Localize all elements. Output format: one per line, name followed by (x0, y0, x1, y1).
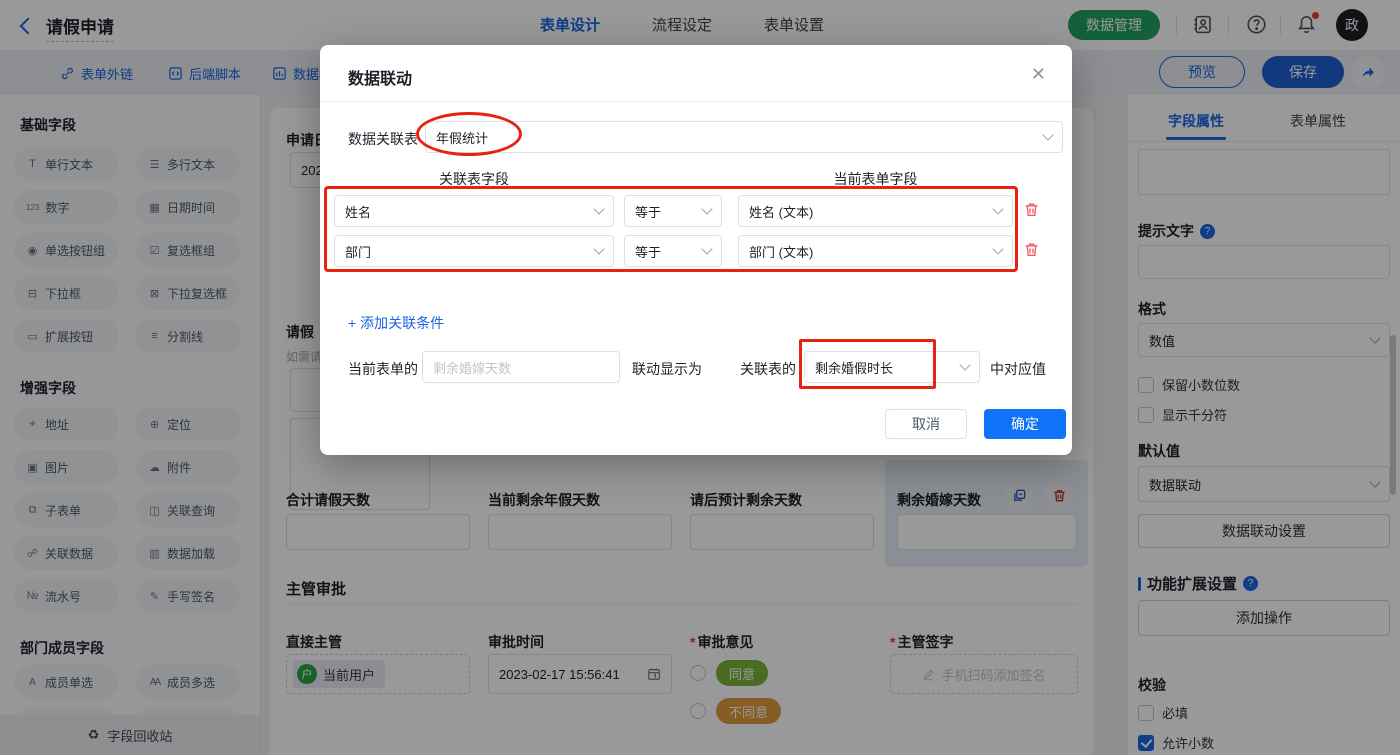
chevron-down-icon (701, 243, 713, 255)
condition-row-right-select[interactable]: 姓名 (文本) (738, 195, 1013, 227)
left-field-value: 部门 (345, 244, 372, 260)
suffix-label: 中对应值 (990, 361, 1046, 377)
condition-row-left-select[interactable]: 姓名 (334, 195, 614, 227)
left-field-value: 姓名 (345, 204, 372, 220)
chevron-down-icon (593, 243, 605, 255)
cancel-button[interactable]: 取消 (885, 409, 967, 439)
link-table-label: 数据关联表 (348, 131, 418, 147)
link-table-select[interactable]: 年假统计 (425, 121, 1063, 153)
app: 请假申请 表单设计 流程设定 表单设置 数据管理 政 表单外链 后端脚本 数据权… (0, 0, 1400, 755)
right-field-value: 部门 (文本) (749, 244, 814, 260)
operator-value: 等于 (635, 204, 662, 220)
data-linkage-modal: 数据联动 ✕ 数据关联表 年假统计 关联表字段 当前表单字段 姓名 等于 姓名 … (320, 45, 1072, 455)
linked-field-value: 剩余婚假时长 (815, 360, 894, 376)
current-field-placeholder: 剩余婚嫁天数 (433, 360, 512, 376)
chevron-down-icon (1042, 129, 1054, 141)
operator-value: 等于 (635, 244, 662, 260)
add-condition-link[interactable]: + 添加关联条件 (348, 313, 444, 333)
modal-header-divider (320, 101, 1072, 102)
right-field-value: 姓名 (文本) (749, 204, 814, 220)
linked-field-select[interactable]: 剩余婚假时长 (804, 351, 980, 383)
delete-condition-button[interactable] (1023, 201, 1040, 218)
delete-condition-button[interactable] (1023, 241, 1040, 258)
column-header-right: 当前表单字段 (833, 171, 918, 187)
trash-icon (1025, 203, 1038, 217)
chevron-down-icon (593, 203, 605, 215)
chevron-down-icon (959, 359, 971, 371)
chevron-down-icon (992, 243, 1004, 255)
confirm-button[interactable]: 确定 (984, 409, 1066, 439)
condition-row-right-select[interactable]: 部门 (文本) (738, 235, 1013, 267)
add-condition-label: 添加关联条件 (360, 315, 445, 331)
linked-table-label: 关联表的 (740, 361, 796, 377)
condition-row-operator-select[interactable]: 等于 (624, 195, 722, 227)
chevron-down-icon (701, 203, 713, 215)
condition-row-left-select[interactable]: 部门 (334, 235, 614, 267)
link-table-value: 年假统计 (436, 130, 489, 146)
close-icon[interactable]: ✕ (1031, 64, 1046, 85)
current-form-label: 当前表单的 (348, 361, 418, 377)
trash-icon (1025, 243, 1038, 257)
modal-title: 数据联动 (348, 71, 413, 88)
condition-row-operator-select[interactable]: 等于 (624, 235, 722, 267)
chevron-down-icon (992, 203, 1004, 215)
plus-icon: + (348, 315, 357, 331)
column-header-left: 关联表字段 (439, 171, 509, 187)
display-as-label: 联动显示为 (632, 361, 702, 377)
current-field-input[interactable]: 剩余婚嫁天数 (422, 351, 620, 383)
